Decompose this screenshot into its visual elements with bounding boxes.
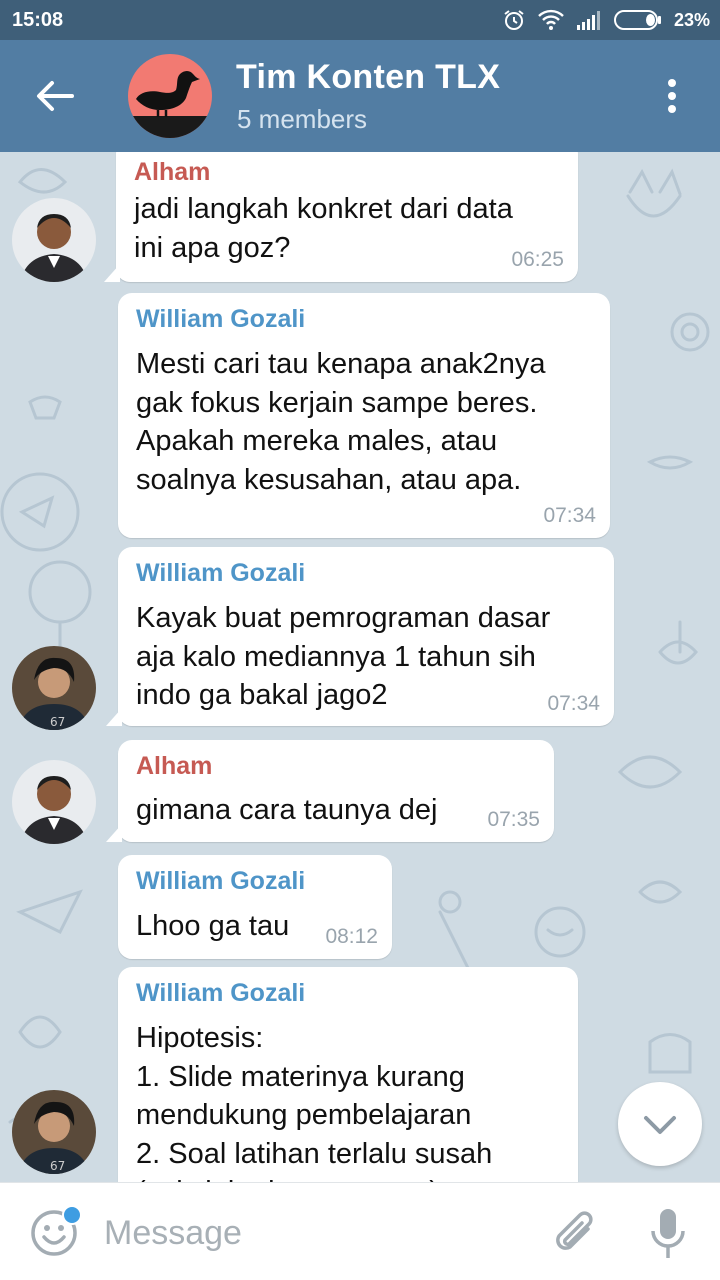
message-bubble[interactable]: William Gozali Mesti cari tau kenapa ana… xyxy=(118,293,610,538)
avatar[interactable] xyxy=(12,760,96,844)
battery-icon xyxy=(613,10,661,30)
message-list[interactable]: Alham jadi langkah konkret dari data ini… xyxy=(0,152,720,1182)
message-bubble[interactable]: Alham gimana cara taunya dej 07:35 xyxy=(118,740,554,842)
arrow-left-icon[interactable] xyxy=(30,76,78,116)
avatar[interactable] xyxy=(12,198,96,282)
message-text: Mesti cari tau kenapa anak2nya gak fokus… xyxy=(136,348,546,496)
message-text: Kayak buat pemrograman dasar aja kalo me… xyxy=(136,602,551,711)
message-time: 06:25 xyxy=(511,248,564,271)
message-text: Lhoo ga tau xyxy=(136,910,290,942)
group-avatar[interactable] xyxy=(128,54,212,138)
microphone-icon[interactable] xyxy=(648,1207,688,1261)
message-time: 07:34 xyxy=(547,692,600,715)
message-time: 07:35 xyxy=(487,808,540,831)
message-sender: William Gozali xyxy=(136,305,306,333)
wifi-icon xyxy=(538,9,564,30)
emoji-badge xyxy=(62,1205,82,1225)
chat-header: Tim Konten TLX 5 members xyxy=(0,40,720,152)
scroll-to-bottom-button[interactable] xyxy=(618,1082,702,1166)
message-text: Hipotesis: 1. Slide materinya kurang men… xyxy=(136,1022,493,1182)
message-time: 08:12 xyxy=(325,925,378,948)
chat-title: Tim Konten TLX xyxy=(236,58,501,96)
avatar[interactable]: 67 xyxy=(12,646,96,730)
svg-text:67: 67 xyxy=(50,1159,65,1173)
message-sender: Alham xyxy=(134,158,211,186)
message-time: 07:34 xyxy=(543,504,596,527)
message-sender: William Gozali xyxy=(136,867,306,895)
message-input-bar xyxy=(0,1182,720,1280)
paperclip-icon[interactable] xyxy=(550,1207,600,1259)
signal-icon xyxy=(576,11,600,30)
message-sender: William Gozali xyxy=(136,559,306,587)
message-text: gimana cara taunya dej xyxy=(136,794,438,826)
battery-percent: 23% xyxy=(673,9,710,30)
message-bubble[interactable]: William Gozali Hipotesis: 1. Slide mater… xyxy=(118,967,578,1182)
duck-icon xyxy=(128,71,212,138)
status-bar: 15:08 23% xyxy=(0,0,720,40)
avatar-alham xyxy=(12,760,96,844)
avatar-william: 67 xyxy=(12,1090,96,1174)
more-vertical-icon[interactable] xyxy=(660,76,684,116)
message-text: jadi langkah konkret dari data ini apa g… xyxy=(134,193,513,264)
member-count: 5 members xyxy=(237,104,368,134)
avatar[interactable]: 67 xyxy=(12,1090,96,1174)
message-bubble[interactable]: William Gozali Lhoo ga tau 08:12 xyxy=(118,855,392,959)
chevron-down-icon xyxy=(644,1116,676,1134)
alarm-icon xyxy=(504,10,524,30)
message-sender: Alham xyxy=(136,752,213,780)
avatar-alham xyxy=(12,198,96,282)
message-sender: William Gozali xyxy=(136,979,306,1007)
message-bubble[interactable]: Alham jadi langkah konkret dari data ini… xyxy=(116,152,578,282)
message-bubble[interactable]: William Gozali Kayak buat pemrograman da… xyxy=(118,547,614,726)
status-time: 15:08 xyxy=(12,9,64,31)
avatar-william: 67 xyxy=(12,646,96,730)
svg-text:67: 67 xyxy=(50,715,65,729)
message-input[interactable] xyxy=(104,1213,524,1253)
